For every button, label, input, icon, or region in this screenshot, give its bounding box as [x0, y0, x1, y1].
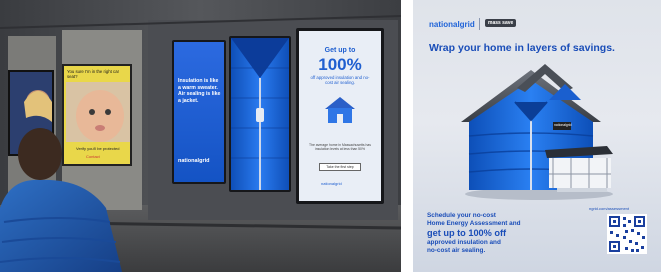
offer-house-icon	[325, 97, 355, 123]
print-url: ngrid.com/assessment	[589, 206, 630, 211]
offer-button: Take the first step	[319, 163, 361, 171]
display-jacket-zipper	[229, 36, 291, 192]
print-ad: nationalgrid mass save Wrap your home in…	[413, 0, 661, 272]
qr-code	[607, 214, 647, 254]
person-puffer-jacket	[0, 128, 122, 272]
display-insulation-text: Insulation is like a warm sweater. Air s…	[172, 40, 226, 184]
offer-line: get up to 100% off	[427, 228, 507, 238]
cta-line-1: Schedule your no-cost	[427, 212, 496, 219]
display-insulation-brand: nationalgrid	[178, 158, 210, 164]
offer-headline-big: 100%	[318, 55, 362, 74]
tail-line-1: approved insulation and	[427, 239, 501, 246]
offer-subhead: off approved insulation and no-cost air …	[310, 75, 370, 86]
print-headline: Wrap your home in layers of savings.	[429, 42, 615, 54]
display-offer: Get up to 100% off approved insulation a…	[296, 28, 384, 204]
cta-line-2: Home Energy Assessment and	[427, 220, 521, 227]
offer-body: The average home in Massachusetts has in…	[309, 143, 372, 152]
offer-headline-top: Get up to	[324, 47, 356, 54]
jacket-house-illustration	[461, 64, 613, 200]
house-tag-label: nationalgrid	[554, 123, 572, 127]
tail-line-2: no-cost air sealing.	[427, 247, 486, 254]
brand-divider	[479, 18, 480, 30]
offer-brand: nationalgrid	[321, 181, 342, 186]
display-insulation-body: Insulation is like a warm sweater. Air s…	[178, 78, 221, 104]
baby-poster-headline: You sure I'm in the right car seat?	[67, 69, 120, 79]
partner-logo: mass save	[485, 19, 517, 27]
print-cta-block: Schedule your no-cost Home Energy Assess…	[427, 212, 577, 255]
transit-display-photo: You sure I'm in the right car seat? Veri…	[0, 0, 401, 272]
jacket-zipper-image	[231, 38, 289, 190]
print-brand: nationalgrid	[429, 20, 475, 29]
